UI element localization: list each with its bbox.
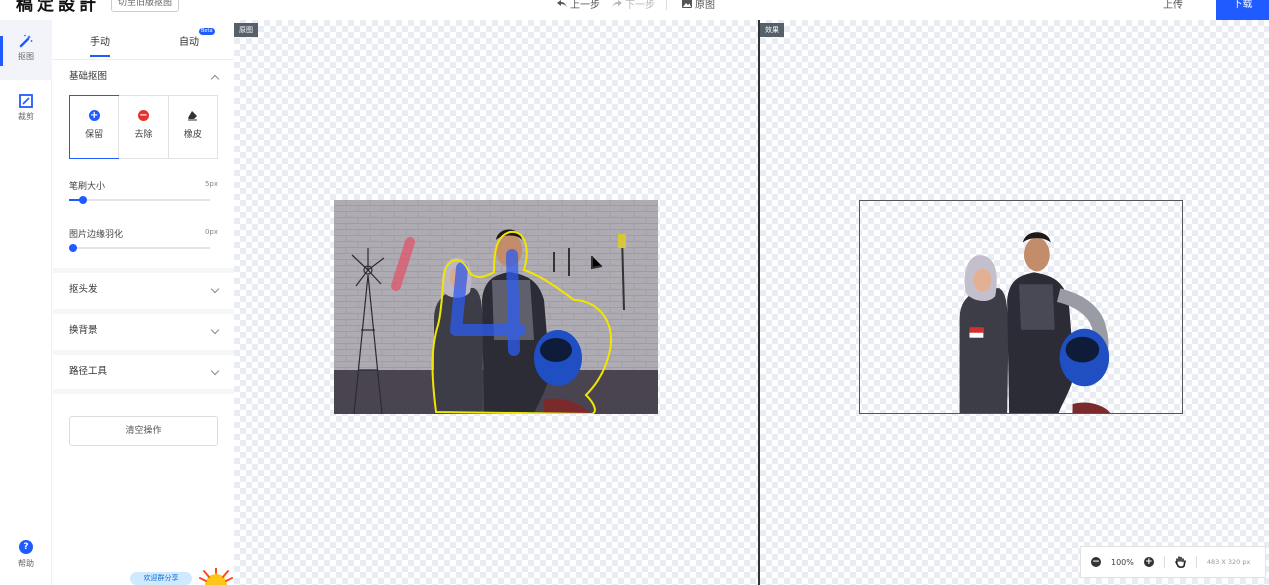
hair-section-header[interactable]: 抠头发 — [53, 273, 234, 307]
result-photo-image — [959, 232, 1111, 413]
original-canvas[interactable]: 原图 — [234, 20, 758, 585]
section-divider — [53, 389, 234, 394]
hand-pan-icon[interactable] — [1175, 556, 1186, 568]
help-icon: ? — [19, 540, 33, 554]
zoom-toolbar: − 100% + 483 X 320 px — [1080, 546, 1266, 578]
rail-label-crop: 裁剪 — [18, 112, 34, 121]
background-section-title: 换背景 — [69, 325, 98, 336]
rail-item-cutout[interactable]: 抠图 — [0, 20, 52, 80]
feather-value: 0px — [204, 228, 218, 236]
remove-mode-button[interactable]: − 去除 — [118, 96, 167, 158]
brush-size-slider[interactable] — [69, 196, 210, 204]
redo-button[interactable]: 下一步 — [612, 0, 655, 11]
top-bar: 稿定設計 切至旧版抠图 上一步 下一步 原图 上传 下载 — [0, 0, 1269, 20]
feather-label: 图片边缘羽化 — [69, 230, 124, 240]
view-original-label: 原图 — [695, 0, 715, 11]
sun-mascot-icon — [199, 568, 233, 585]
eraser-mode-label: 橡皮 — [183, 130, 202, 140]
basic-cutout-title: 基础抠图 — [69, 71, 108, 82]
result-canvas-tag: 效果 — [760, 23, 784, 37]
plus-circle-icon: + — [88, 110, 100, 121]
left-nav-rail: 抠图 裁剪 ? 帮助 — [0, 20, 52, 585]
app-logo[interactable]: 稿定設計 — [16, 0, 100, 15]
background-section: 换背景 — [53, 309, 234, 348]
minus-circle-icon: − — [137, 110, 149, 121]
undo-icon — [557, 0, 567, 8]
original-photo-image — [334, 200, 658, 414]
original-photo[interactable] — [334, 200, 658, 414]
eraser-mode-button[interactable]: 橡皮 — [167, 96, 217, 158]
tab-auto[interactable]: 自动 Beta — [179, 28, 215, 48]
original-canvas-tag: 原图 — [234, 23, 258, 37]
hair-section: 抠头发 — [53, 268, 234, 307]
redo-icon — [612, 0, 622, 8]
chevron-down-icon — [210, 325, 220, 335]
hair-section-title: 抠头发 — [69, 284, 98, 295]
clear-operations-button[interactable]: 清空操作 — [69, 416, 218, 446]
feather-control: 图片边缘羽化 0px — [69, 227, 218, 252]
help-button[interactable]: ? 帮助 — [0, 540, 52, 569]
eraser-icon — [188, 111, 198, 121]
brush-size-control: 笔刷大小 5px — [69, 179, 218, 204]
path-tool-section-header[interactable]: 路径工具 — [53, 355, 234, 389]
brush-mode-group: + 保留 − 去除 橡皮 — [69, 95, 218, 159]
basic-cutout-header[interactable]: 基础抠图 — [53, 60, 234, 94]
tab-manual[interactable]: 手动 — [90, 33, 110, 57]
keep-mode-button[interactable]: + 保留 — [69, 95, 120, 159]
share-promo-banner[interactable]: 欢迎群分享 — [130, 572, 192, 585]
chevron-down-icon — [210, 366, 220, 376]
undo-button[interactable]: 上一步 — [557, 0, 600, 11]
zoom-divider — [1195, 556, 1197, 568]
remove-mode-label: 去除 — [134, 130, 153, 140]
switch-old-version-button[interactable]: 切至旧版抠图 — [111, 0, 180, 12]
keep-mode-label: 保留 — [85, 130, 104, 140]
background-section-header[interactable]: 换背景 — [53, 314, 234, 348]
rail-item-crop[interactable]: 裁剪 — [0, 80, 52, 140]
undo-label: 上一步 — [570, 0, 600, 11]
upload-button[interactable]: 上传 — [1163, 0, 1183, 11]
feather-knob[interactable] — [69, 244, 77, 252]
rail-label-cutout: 抠图 — [18, 52, 34, 61]
image-size-readout: 483 X 320 px — [1206, 558, 1251, 566]
toolbar-divider — [666, 0, 667, 10]
help-label: 帮助 — [18, 559, 34, 568]
download-button[interactable]: 下载 — [1216, 0, 1269, 20]
brush-size-knob[interactable] — [79, 196, 88, 204]
zoom-out-icon[interactable]: − — [1091, 557, 1101, 567]
brush-size-label: 笔刷大小 — [69, 182, 106, 192]
magic-wand-icon — [19, 34, 33, 48]
mode-tabs: 手动 自动 Beta — [53, 20, 234, 60]
path-tool-section: 路径工具 — [53, 350, 234, 394]
beta-badge: Beta — [199, 28, 215, 35]
result-photo[interactable] — [859, 200, 1183, 414]
path-tool-section-title: 路径工具 — [69, 366, 108, 377]
zoom-in-icon[interactable]: + — [1143, 557, 1154, 567]
zoom-divider — [1163, 556, 1165, 568]
zoom-level: 100% — [1111, 557, 1134, 567]
view-original-button[interactable]: 原图 — [682, 0, 715, 11]
image-icon — [682, 0, 692, 8]
feather-slider[interactable] — [69, 244, 210, 252]
tool-panel: 手动 自动 Beta 基础抠图 + 保留 − 去除 橡皮 笔刷大小 5px 图片… — [53, 20, 234, 585]
chevron-down-icon — [210, 284, 220, 294]
redo-label: 下一步 — [625, 0, 655, 11]
tab-auto-label: 自动 — [179, 37, 199, 48]
chevron-up-icon — [210, 74, 220, 84]
result-canvas[interactable]: 效果 — [760, 20, 1269, 585]
crop-icon — [19, 94, 33, 108]
brush-size-value: 5px — [204, 180, 218, 188]
